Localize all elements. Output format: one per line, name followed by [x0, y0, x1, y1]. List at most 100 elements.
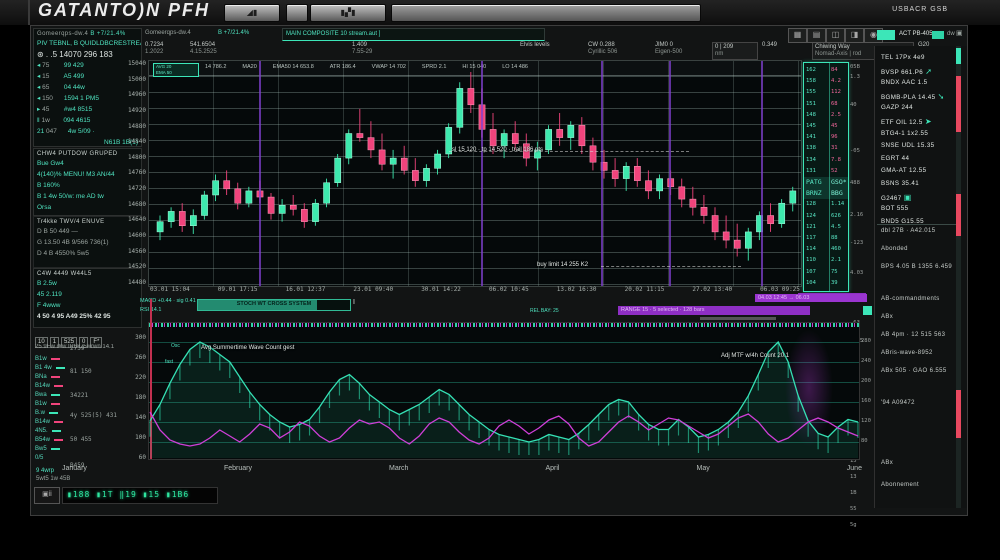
month-label: April — [545, 465, 559, 472]
indicator-right-tick: 160 — [861, 398, 871, 404]
dom-row[interactable]: 10439 — [804, 278, 848, 289]
right-scrollbar[interactable] — [956, 46, 961, 508]
watchlist-item[interactable]: 4N5. — [35, 428, 61, 434]
info-item[interactable]: dbl 27B · A42.015 — [881, 228, 936, 234]
toolbar-icon-button[interactable]: ◫ — [826, 28, 845, 43]
watchlist-item[interactable]: 0/5 — [35, 455, 56, 461]
market-watch-item[interactable]: EGRT 44 — [881, 155, 909, 162]
info-item[interactable]: AB 4pm · 12 515 563 — [881, 332, 945, 338]
info-item[interactable]: AB-commandments — [881, 296, 940, 302]
right-panel-indicator-chip[interactable] — [932, 31, 944, 39]
order-arrow-icon: ◂ — [37, 73, 40, 80]
toolbar-icon-button[interactable]: ▤ — [807, 28, 826, 43]
watchlist-item[interactable]: Bwa — [35, 392, 60, 398]
toolbar-field[interactable]: 0.72341.2022 — [145, 42, 185, 56]
dom-row[interactable]: PATGGSO* — [804, 177, 848, 188]
scrollbar-segment[interactable] — [956, 194, 961, 236]
dom-row[interactable]: 124626 — [804, 211, 848, 222]
info-item[interactable]: ABris-wave-8952 — [881, 350, 933, 356]
main-chart[interactable]: AVG 20 EMA 50 14 786.2MA20EMA50 14 653.8… — [148, 60, 802, 287]
indicator-axis-label: 180 — [135, 394, 146, 401]
info-item[interactable]: BPS 4.05 B 1355 6.459 — [881, 264, 952, 270]
dom-ladder[interactable]: 162841584.2155112151681482.5145451419613… — [803, 62, 849, 292]
market-watch-item[interactable]: G2467 ▣ — [881, 193, 912, 202]
watchlist-item[interactable]: B.w — [35, 410, 58, 416]
dom-row[interactable]: 13831 — [804, 143, 848, 154]
panel-toggle-chip[interactable] — [877, 30, 895, 40]
dom-row[interactable]: 1347.8 — [804, 155, 848, 166]
scrollbar-segment[interactable] — [956, 48, 961, 64]
toolbar-field[interactable]: 1.4097.55-29 — [352, 42, 400, 56]
symbol-field[interactable]: MAIN COMPOSITE 10 stream.aut ] — [282, 28, 545, 41]
titlebar-button-2[interactable] — [286, 4, 308, 22]
dashed-level-2 — [601, 266, 741, 267]
info-item[interactable]: Abonded — [881, 246, 908, 252]
dom-row[interactable]: 1482.5 — [804, 110, 848, 121]
market-watch-item[interactable]: GMA-AT 12.55 — [881, 167, 927, 174]
toolbar-field[interactable]: 0 | 209nm — [712, 42, 758, 60]
market-watch-item[interactable]: GAZP 244 — [881, 104, 913, 111]
toolbar-icon-button[interactable]: ▦ — [788, 28, 807, 43]
toolbar-field[interactable]: Elvis levels — [520, 42, 572, 49]
info-item[interactable]: ABx 505 · GAO 6.555 — [881, 368, 947, 374]
market-watch-item[interactable]: BTG4-1 1x2.55 — [881, 130, 928, 137]
titlebar-button-3[interactable]: ▮▞▮ — [310, 4, 386, 22]
indicator-progress[interactable]: STOCH WT CROSS SYSTEM — [197, 299, 351, 311]
month-label: June — [847, 465, 862, 472]
watchlist-item[interactable]: B54w — [35, 437, 63, 443]
dom-row[interactable]: 15168 — [804, 99, 848, 110]
dom-row[interactable]: 1584.2 — [804, 76, 848, 87]
watchlist-item[interactable]: B1w — [35, 401, 60, 407]
info-item[interactable]: Abonnement — [881, 482, 919, 488]
indicator-panel[interactable]: Avg Summertime Wave Count gest Adj MTF w… — [148, 322, 860, 460]
market-watch-item[interactable]: BSNS 35.41 — [881, 180, 919, 187]
month-axis: JanuaryFebruaryMarchAprilMayJune — [62, 465, 862, 472]
range-selection-b[interactable]: 04.03 12:45 → 06.03 — [755, 294, 867, 302]
titlebar-bar[interactable] — [391, 4, 701, 22]
titlebar-button-1[interactable]: ◢▮ — [224, 4, 280, 22]
market-watch-item[interactable]: SNSE UDL 15.35 — [881, 142, 935, 149]
indicator-label-2: fast — [165, 359, 173, 365]
watchlist-item[interactable]: BNa — [35, 374, 60, 380]
info-item[interactable]: ABx — [881, 460, 893, 466]
watchlist-item[interactable]: B1w — [35, 356, 60, 362]
dom-row[interactable]: 14196 — [804, 132, 848, 143]
market-watch-item[interactable]: BGMB-PLA 14.45 ➘ — [881, 92, 945, 101]
dom-row[interactable]: 16284 — [804, 65, 848, 76]
toolbar-field[interactable]: JIM0 0Eigen-500 — [655, 42, 705, 56]
watchlist-item[interactable]: B1 4w — [35, 365, 65, 371]
dom-row[interactable]: 13152 — [804, 166, 848, 177]
watchlist-item[interactable]: B14w — [35, 419, 63, 425]
range-selection-a[interactable]: RANGE 15 · 5 selected · 128 bars — [618, 306, 810, 315]
market-watch-item[interactable]: BVSP 661.P6 ➚ — [881, 67, 932, 76]
watchlist-item[interactable]: B14w — [35, 383, 63, 389]
status-icon[interactable]: ▣ⅱ — [34, 487, 60, 504]
dom-row[interactable]: 1102.1 — [804, 255, 848, 266]
dom-row[interactable]: 11788 — [804, 233, 848, 244]
market-watch-item[interactable]: ETF OIL 12.5 ➤ — [881, 117, 932, 126]
dom-row[interactable]: 1281.14 — [804, 199, 848, 210]
watchlist-item[interactable]: Bw5 — [35, 446, 60, 452]
dom-row[interactable]: 14545 — [804, 121, 848, 132]
info-item[interactable]: ABx — [881, 314, 893, 320]
teal-handle[interactable] — [863, 306, 872, 315]
toolbar-field[interactable]: 541.65044.15.2525 — [190, 42, 252, 56]
month-label: January — [62, 465, 87, 472]
toolbar-icon-button[interactable]: ◨ — [845, 28, 864, 43]
dom-row[interactable]: 1214.5 — [804, 222, 848, 233]
scrollbar-segment[interactable] — [956, 390, 961, 438]
market-watch-item[interactable]: TEL 17Px 4e9 — [881, 54, 925, 61]
window-icon[interactable]: ▣ — [956, 29, 963, 37]
dom-row[interactable]: 10775 — [804, 267, 848, 278]
scroll-thumb[interactable] — [700, 317, 776, 320]
market-watch-item[interactable]: BOT 555 — [881, 205, 908, 212]
dom-row[interactable]: 114460 — [804, 244, 848, 255]
dom-row[interactable]: 155112 — [804, 87, 848, 98]
info-item[interactable]: '94 A09472 — [881, 400, 915, 406]
dom-row[interactable]: BRNZBBG — [804, 188, 848, 199]
toolbar-field[interactable]: 0.349 — [762, 42, 798, 49]
toolbar-field[interactable]: CW 0.288Cyrillic 506 — [588, 42, 648, 56]
scrollbar-segment[interactable] — [956, 76, 961, 132]
app-title: GATANTO)N PFH — [38, 0, 210, 21]
market-watch-item[interactable]: BNDX AAC 1.5 — [881, 79, 927, 86]
